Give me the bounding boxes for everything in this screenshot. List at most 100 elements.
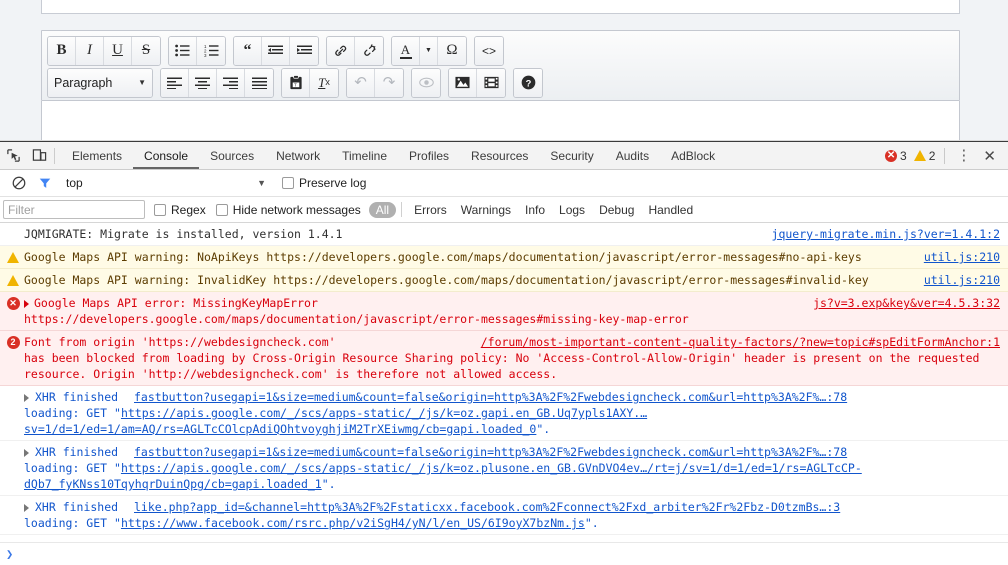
console-message-source[interactable]: util.js:210 xyxy=(924,249,1000,265)
align-justify-icon xyxy=(251,77,267,89)
unordered-list-button[interactable] xyxy=(169,36,197,65)
tab-profiles[interactable]: Profiles xyxy=(398,142,460,169)
special-character-button[interactable]: Ω xyxy=(438,36,466,65)
console-message-text: XHR finished xyxy=(35,445,119,459)
blockquote-button[interactable]: “ xyxy=(234,36,262,65)
devtools-menu-icon[interactable]: ⋮ xyxy=(950,148,977,163)
indent-button[interactable] xyxy=(290,36,318,65)
toolbar-group-help: ? xyxy=(513,67,543,98)
warning-count-badge[interactable]: 2 xyxy=(913,149,935,163)
filter-level-debug[interactable]: Debug xyxy=(592,202,641,218)
tab-timeline[interactable]: Timeline xyxy=(331,142,398,169)
tab-audits[interactable]: Audits xyxy=(605,142,660,169)
tab-resources[interactable]: Resources xyxy=(460,142,539,169)
warning-triangle-icon xyxy=(6,250,20,264)
expand-triangle-icon[interactable] xyxy=(24,448,29,457)
expand-triangle-icon[interactable] xyxy=(24,393,29,402)
console-message-source[interactable]: /forum/most-important-content-quality-fa… xyxy=(481,334,1000,350)
outdent-button[interactable] xyxy=(262,36,290,65)
tab-network[interactable]: Network xyxy=(265,142,331,169)
toolbar-group-lists: 1 2 3 xyxy=(168,35,226,66)
underline-button[interactable]: U xyxy=(104,36,132,65)
tab-adblock[interactable]: AdBlock xyxy=(660,142,726,169)
console-message[interactable]: Google Maps API warning: NoApiKeys https… xyxy=(0,246,1008,269)
console-message[interactable]: XHR finished fastbutton?usegapi=1&size=m… xyxy=(0,386,1008,441)
preview-button[interactable] xyxy=(412,68,440,97)
expand-triangle-icon[interactable] xyxy=(24,299,29,308)
console-message-source[interactable]: fastbutton?usegapi=1&size=medium&count=f… xyxy=(134,389,1008,405)
filter-funnel-icon[interactable] xyxy=(32,170,58,196)
text-color-dropdown[interactable]: ▼ xyxy=(420,36,438,65)
tab-elements[interactable]: Elements xyxy=(61,142,133,169)
error-count-icon: 2 xyxy=(6,335,20,349)
align-right-button[interactable] xyxy=(217,68,245,97)
source-code-button[interactable]: <> xyxy=(475,36,503,65)
execution-context-select[interactable]: top ▼ xyxy=(66,173,266,193)
paragraph-format-select[interactable]: Paragraph ▼ xyxy=(48,68,152,97)
remove-format-button[interactable]: Tx xyxy=(310,68,338,97)
help-button[interactable]: ? xyxy=(514,68,542,97)
console-message-source[interactable]: util.js:210 xyxy=(924,272,1000,288)
align-center-button[interactable] xyxy=(189,68,217,97)
expand-triangle-icon[interactable] xyxy=(24,503,29,512)
console-message-source[interactable]: like.php?app_id=&channel=http%3A%2F%2Fst… xyxy=(134,499,1008,515)
toolbar-group-color: A ▼ Ω xyxy=(391,35,467,66)
inspect-element-icon[interactable] xyxy=(0,143,26,169)
console-message-detail-link[interactable]: https://www.facebook.com/rsrc.php/v2iSgH… xyxy=(121,516,585,530)
console-message[interactable]: XHR finished like.php?app_id=&channel=ht… xyxy=(0,496,1008,535)
filter-level-handled[interactable]: Handled xyxy=(641,202,700,218)
strikethrough-button[interactable]: S xyxy=(132,36,160,65)
preserve-log-checkbox[interactable]: Preserve log xyxy=(282,176,366,190)
tab-console[interactable]: Console xyxy=(133,142,199,169)
redo-button[interactable]: ↷ xyxy=(375,68,403,97)
filter-level-warnings[interactable]: Warnings xyxy=(454,202,518,218)
unlink-button[interactable] xyxy=(355,36,383,65)
console-input-row[interactable]: ❯ xyxy=(0,542,1008,564)
console-message[interactable]: XHR finished fastbutton?usegapi=1&size=m… xyxy=(0,441,1008,496)
paste-as-text-button[interactable]: T xyxy=(282,68,310,97)
italic-button[interactable]: I xyxy=(76,36,104,65)
console-message-source[interactable]: jquery-migrate.min.js?ver=1.4.1:2 xyxy=(772,226,1000,242)
insert-image-button[interactable] xyxy=(449,68,477,97)
error-count-label: 3 xyxy=(900,148,907,163)
insert-media-button[interactable] xyxy=(477,68,505,97)
toolbar-group-source: <> xyxy=(474,35,504,66)
console-message-detail-link[interactable]: https://apis.google.com/_/scs/apps-stati… xyxy=(24,461,862,491)
error-count-badge[interactable]: ✕ 3 xyxy=(885,149,907,163)
regex-checkbox[interactable]: Regex xyxy=(154,203,206,217)
clear-console-icon[interactable] xyxy=(6,170,32,196)
insert-link-button[interactable] xyxy=(327,36,355,65)
editor-content-area[interactable] xyxy=(41,101,960,141)
filter-level-logs[interactable]: Logs xyxy=(552,202,592,218)
close-icon[interactable]: ✕ xyxy=(977,147,1002,165)
warning-triangle-icon xyxy=(6,273,20,287)
filter-input[interactable] xyxy=(3,200,145,219)
filter-level-info[interactable]: Info xyxy=(518,202,552,218)
tab-sources[interactable]: Sources xyxy=(199,142,265,169)
console-message[interactable]: 2 Font from origin 'https://webdesignche… xyxy=(0,331,1008,386)
toolbar-group-paste: T Tx xyxy=(281,67,339,98)
filter-level-all[interactable]: All xyxy=(368,201,397,218)
console-message[interactable]: Google Maps API warning: InvalidKey http… xyxy=(0,269,1008,292)
align-left-icon xyxy=(167,77,182,89)
bold-button[interactable]: B xyxy=(48,36,76,65)
device-toolbar-icon[interactable] xyxy=(26,143,52,169)
console-message[interactable]: ✕ Google Maps API error: MissingKeyMapEr… xyxy=(0,292,1008,331)
chevron-down-icon: ▼ xyxy=(257,178,266,188)
align-left-button[interactable] xyxy=(161,68,189,97)
filter-level-errors[interactable]: Errors xyxy=(407,202,454,218)
hide-network-messages-checkbox[interactable]: Hide network messages xyxy=(215,203,361,217)
text-color-button[interactable]: A xyxy=(392,36,420,65)
tab-security[interactable]: Security xyxy=(539,142,604,169)
align-justify-button[interactable] xyxy=(245,68,273,97)
warning-triangle-icon xyxy=(913,150,926,161)
undo-button[interactable]: ↶ xyxy=(347,68,375,97)
console-message[interactable]: JQMIGRATE: Migrate is installed, version… xyxy=(0,223,1008,246)
console-input[interactable] xyxy=(13,547,1008,561)
ordered-list-button[interactable]: 1 2 3 xyxy=(197,36,225,65)
toolbar-group-format: Paragraph ▼ xyxy=(47,67,153,98)
console-message-source[interactable]: js?v=3.exp&key&ver=4.5.3:32 xyxy=(813,295,1000,311)
editor-title-field[interactable] xyxy=(41,0,960,14)
console-message-list[interactable]: JQMIGRATE: Migrate is installed, version… xyxy=(0,223,1008,565)
console-message-source[interactable]: fastbutton?usegapi=1&size=medium&count=f… xyxy=(134,444,1008,460)
